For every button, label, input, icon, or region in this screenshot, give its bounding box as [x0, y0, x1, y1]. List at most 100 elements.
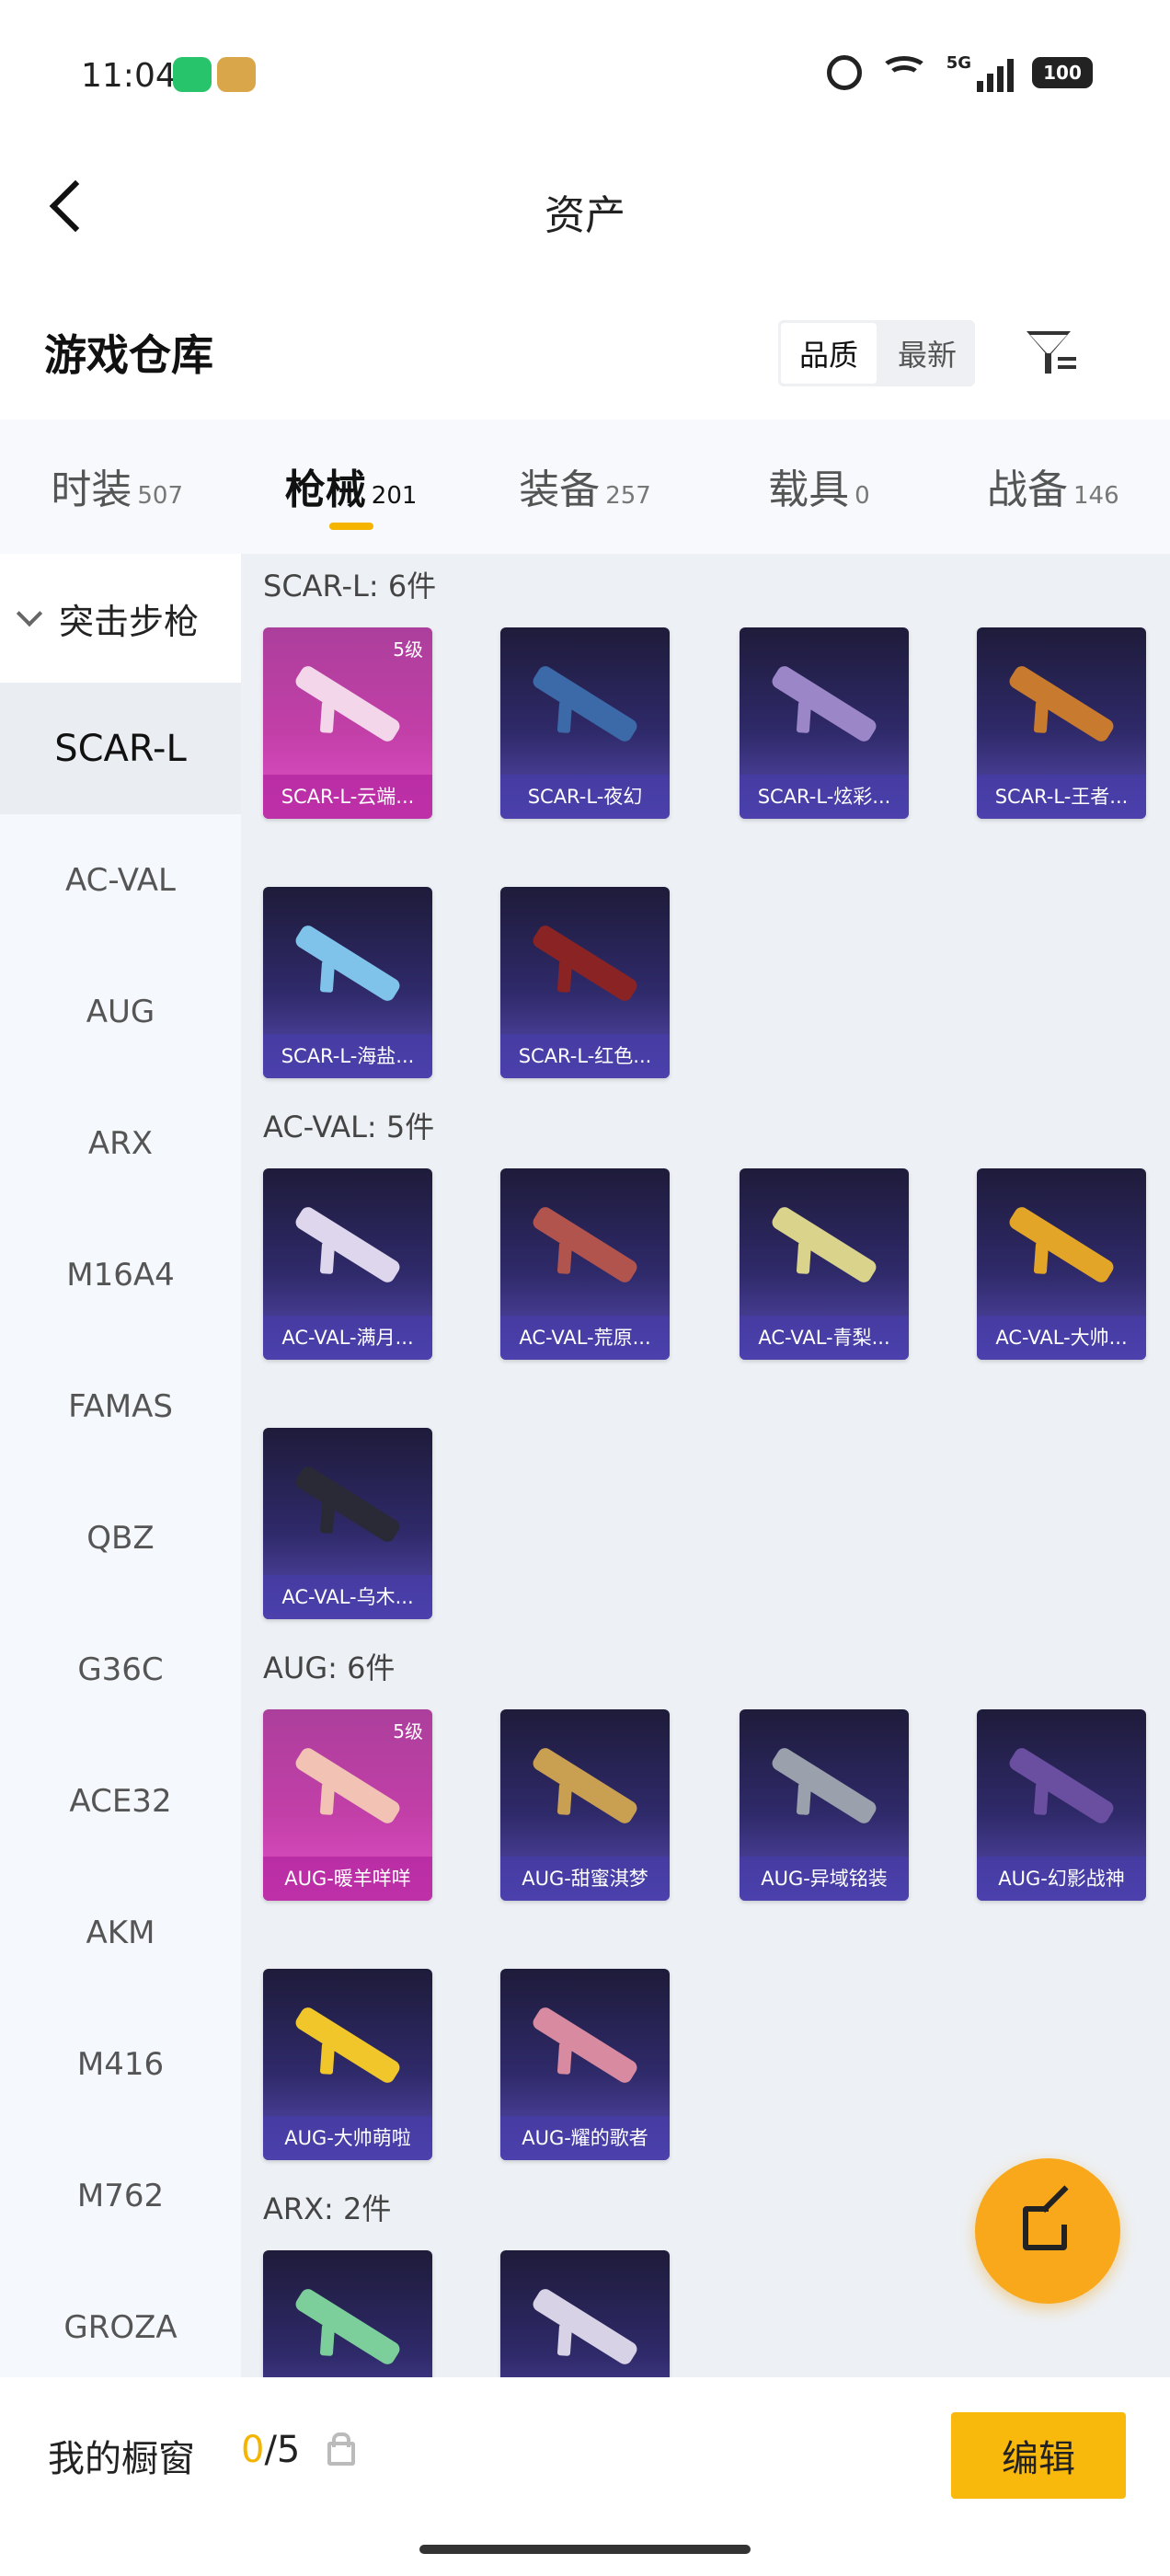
tab-battle-gear[interactable]: 战备 146: [936, 420, 1170, 554]
sidebar-item[interactable]: AKM: [0, 1867, 241, 1998]
level-badge: 5级: [393, 638, 423, 661]
sort-newest-button[interactable]: 最新: [879, 320, 975, 386]
filter-icon[interactable]: [1023, 326, 1082, 385]
share-fab-button[interactable]: [975, 2158, 1120, 2304]
group-title: SCAR-L: 6件: [263, 569, 437, 604]
alarm-icon: [826, 55, 862, 90]
sidebar-item[interactable]: AUG: [0, 946, 241, 1077]
sidebar-category-label: 突击步枪: [59, 601, 200, 642]
status-time: 11:04: [81, 57, 177, 95]
weapon-card[interactable]: SCAR-L-王者...: [977, 627, 1146, 819]
group-title: AC-VAL: 5件: [263, 1110, 435, 1144]
tab-count: 201: [371, 482, 418, 510]
sidebar-item[interactable]: M16A4: [0, 1209, 241, 1340]
weapon-card-label: SCAR-L-王者...: [977, 775, 1146, 819]
showcase-label: 我的橱窗: [48, 2438, 195, 2480]
weapon-skin-image: [769, 1745, 879, 1826]
chevron-down-icon: [16, 600, 43, 627]
game-app-icon: [217, 57, 256, 92]
weapon-skin-image: [292, 2286, 403, 2367]
sidebar-item[interactable]: G36C: [0, 1604, 241, 1735]
sidebar-category-assault-rifles[interactable]: 突击步枪: [0, 554, 241, 683]
weapon-skin-image: [1006, 1745, 1117, 1826]
weapon-card[interactable]: AC-VAL-乌木...: [263, 1428, 432, 1619]
network-type: 5G: [946, 53, 971, 73]
page-header: 资产: [0, 147, 1170, 267]
category-tabs: 时装 507 枪械 201 装备 257 载具 0 战备 146: [0, 420, 1170, 554]
bottom-bar: 我的橱窗 0/5 编辑: [0, 2377, 1170, 2576]
weapon-card-label: AC-VAL-荒原...: [500, 1316, 670, 1360]
tab-count: 146: [1073, 482, 1119, 510]
weapon-skin-image: [530, 923, 640, 1004]
weapon-card-label: AC-VAL-青梨...: [740, 1316, 909, 1360]
tab-label: 战备: [987, 466, 1068, 513]
tab-firearms[interactable]: 枪械 201: [234, 420, 467, 554]
weapon-card[interactable]: SCAR-L-海盐...: [263, 887, 432, 1078]
tab-label: 时装: [51, 466, 132, 513]
sidebar-item[interactable]: AC-VAL: [0, 814, 241, 946]
weapon-card-label: SCAR-L-海盐...: [263, 1034, 432, 1078]
weapon-card-label: AUG-暖羊咩咩: [263, 1857, 432, 1901]
sidebar-item[interactable]: GROZA: [0, 2261, 241, 2377]
page-title: 资产: [545, 192, 625, 239]
sidebar-item[interactable]: FAMAS: [0, 1340, 241, 1472]
weapon-skin-image: [1006, 663, 1117, 744]
weapon-skin-image: [530, 1204, 640, 1285]
weapon-card-label: AC-VAL-大帅...: [977, 1316, 1146, 1360]
weapon-card[interactable]: 5级 SCAR-L-云端...: [263, 627, 432, 819]
sort-quality-button[interactable]: 品质: [781, 323, 877, 384]
edit-button[interactable]: 编辑: [951, 2412, 1126, 2499]
active-tab-indicator: [328, 523, 373, 530]
weapon-card[interactable]: AUG-大帅萌啦: [263, 1969, 432, 2160]
sidebar-item[interactable]: ARX: [0, 1077, 241, 1209]
weapon-skin-image: [769, 1204, 879, 1285]
wechat-icon: [173, 57, 212, 92]
weapon-skin-image: [292, 1204, 403, 1285]
tab-count: 0: [855, 482, 870, 510]
group-title: AUG: 6件: [263, 1650, 396, 1685]
weapon-card[interactable]: AC-VAL-荒原...: [500, 1168, 670, 1360]
weapon-card-label: AUG-大帅萌啦: [263, 2116, 432, 2160]
tab-label: 装备: [519, 466, 601, 513]
wifi-icon: [878, 56, 929, 89]
showcase-count: 0/5: [241, 2429, 300, 2471]
weapon-card[interactable]: AUG-甜蜜淇梦: [500, 1709, 670, 1901]
weapon-skin-image: [530, 663, 640, 744]
weapon-skin-image: [292, 923, 403, 1004]
home-indicator: [419, 2545, 751, 2554]
weapon-skin-image: [530, 1745, 640, 1826]
weapon-card[interactable]: AUG-耀的歌者: [500, 1969, 670, 2160]
sidebar-item[interactable]: M762: [0, 2130, 241, 2261]
status-icons: 5G 100: [826, 53, 1093, 92]
tab-equipment[interactable]: 装备 257: [468, 420, 702, 554]
weapon-card[interactable]: SCAR-L-炫彩...: [740, 627, 909, 819]
sidebar-item[interactable]: ACE32: [0, 1735, 241, 1867]
weapon-card[interactable]: 5级 AUG-暖羊咩咩: [263, 1709, 432, 1901]
weapon-card[interactable]: ARX-翠影: [263, 2250, 432, 2377]
weapon-card[interactable]: AC-VAL-满月...: [263, 1168, 432, 1360]
sidebar-item[interactable]: QBZ: [0, 1472, 241, 1604]
weapon-card[interactable]: AUG-异域铭装: [740, 1709, 909, 1901]
tab-label: 枪械: [284, 466, 366, 513]
sidebar-item[interactable]: M416: [0, 1998, 241, 2130]
level-badge: 5级: [393, 1720, 423, 1742]
weapon-skin-image: [530, 2005, 640, 2086]
tab-vehicles[interactable]: 载具 0: [702, 420, 935, 554]
weapon-card[interactable]: SCAR-L-红色...: [500, 887, 670, 1078]
weapon-card-label: SCAR-L-夜幻: [500, 775, 670, 819]
weapon-card[interactable]: AC-VAL-青梨...: [740, 1168, 909, 1360]
weapon-card-label: AUG-甜蜜淇梦: [500, 1857, 670, 1901]
sidebar-item[interactable]: SCAR-L: [0, 683, 241, 814]
tab-fashion[interactable]: 时装 507: [0, 420, 234, 554]
weapon-card[interactable]: AUG-幻影战神: [977, 1709, 1146, 1901]
weapon-card[interactable]: SCAR-L-夜幻: [500, 627, 670, 819]
showcase-total: /5: [264, 2429, 301, 2471]
weapon-card-label: AUG-幻影战神: [977, 1857, 1146, 1901]
weapon-skin-image: [292, 663, 403, 744]
weapon-card[interactable]: ARX-白羽: [500, 2250, 670, 2377]
weapon-grid: SCAR-L: 6件 5级 SCAR-L-云端... SCAR-L-夜幻 SCAR-L-…: [241, 554, 1170, 2377]
weapon-skin-image: [292, 1745, 403, 1826]
weapon-card[interactable]: AC-VAL-大帅...: [977, 1168, 1146, 1360]
weapon-skin-image: [1006, 1204, 1117, 1285]
weapon-card-label: AUG-耀的歌者: [500, 2116, 670, 2160]
